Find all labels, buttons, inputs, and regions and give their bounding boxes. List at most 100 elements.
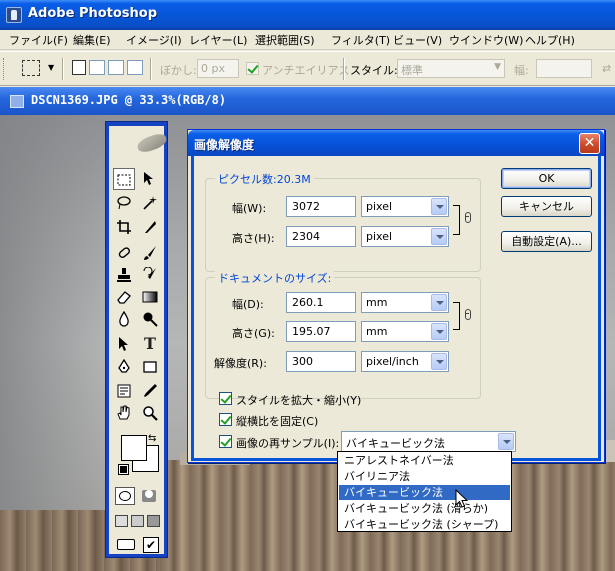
- options-bar-grip[interactable]: [3, 58, 6, 80]
- pixel-link-bracket: [453, 205, 460, 235]
- pixel-width-unit-select[interactable]: pixel: [361, 196, 449, 217]
- width-input[interactable]: [536, 59, 592, 78]
- close-button[interactable]: ✕: [579, 133, 600, 154]
- feather-input[interactable]: 0 px: [197, 59, 239, 78]
- resolution-unit-select[interactable]: pixel/inch: [361, 351, 449, 372]
- chevron-down-icon: [431, 198, 447, 215]
- marquee-preset-icon[interactable]: [22, 60, 40, 76]
- scale-styles-label[interactable]: スタイルを拡大・縮小(Y): [236, 392, 361, 408]
- magic-wand-tool-icon[interactable]: [139, 192, 161, 214]
- style-select[interactable]: 標準 ▼: [397, 59, 505, 78]
- options-bar: ▼ ぼかし: 0 px アンチエイリアス スタイル: 標準 ▼ 幅: ⇄: [0, 51, 615, 86]
- menu-file[interactable]: ファイル(F): [9, 32, 68, 48]
- add-selection-icon[interactable]: [89, 60, 105, 75]
- doc-width-unit-select[interactable]: mm: [361, 292, 449, 313]
- pixel-height-unit-select[interactable]: pixel: [361, 226, 449, 247]
- menu-image[interactable]: イメージ(I): [126, 32, 182, 48]
- lasso-tool-icon[interactable]: [113, 192, 135, 214]
- preset-chevron-icon[interactable]: ▼: [48, 63, 54, 72]
- dialog-title: 画像解像度: [194, 138, 255, 152]
- clone-stamp-tool-icon[interactable]: [113, 264, 135, 286]
- menu-select[interactable]: 選択範囲(S): [255, 32, 315, 48]
- resample-label[interactable]: 画像の再サンプル(I):: [236, 435, 339, 451]
- pixel-height-unit: pixel: [366, 230, 393, 243]
- document-titlebar[interactable]: DSCN1369.JPG @ 33.3%(RGB/8): [0, 87, 615, 115]
- doc-width-input[interactable]: 260.1: [286, 292, 356, 313]
- app-title: Adobe Photoshop: [28, 6, 158, 21]
- shape-tool-icon[interactable]: [139, 356, 161, 378]
- quick-mask-mode-icon[interactable]: [139, 487, 159, 505]
- blur-tool-icon[interactable]: [113, 308, 135, 330]
- resample-method-value: バイキュービック法: [346, 437, 445, 450]
- standard-mode-icon[interactable]: [115, 487, 135, 505]
- imageready-jump-icon[interactable]: [117, 539, 139, 553]
- gradient-tool-icon[interactable]: [139, 286, 161, 308]
- notes-tool-icon[interactable]: [113, 380, 135, 402]
- pixel-width-label: 幅(W):: [232, 202, 267, 215]
- doc-height-unit-select[interactable]: mm: [361, 321, 449, 342]
- swap-icon[interactable]: ⇄: [602, 62, 611, 75]
- cancel-button[interactable]: キャンセル: [501, 196, 592, 217]
- new-selection-icon[interactable]: [72, 60, 86, 75]
- eyedropper-tool-icon[interactable]: [139, 380, 161, 402]
- slice-tool-icon[interactable]: [139, 216, 161, 238]
- pixel-dimensions-legend: ピクセル数:20.3M: [215, 171, 314, 187]
- feather-logo-icon[interactable]: [135, 131, 169, 155]
- menu-view[interactable]: ビュー(V): [393, 32, 442, 48]
- resample-option-bicubic-sharper[interactable]: バイキュービック法 (シャープ): [339, 517, 510, 532]
- checkmark-icon[interactable]: ✔: [143, 537, 159, 553]
- doc-height-input[interactable]: 195.07: [286, 321, 356, 342]
- eraser-tool-icon[interactable]: [113, 286, 135, 308]
- resample-option-bilinear[interactable]: バイリニア法: [339, 469, 510, 484]
- chain-link-icon: [465, 309, 471, 320]
- type-tool-icon[interactable]: T: [139, 333, 161, 355]
- resample-option-nearest[interactable]: ニアレストネイバー法: [339, 453, 510, 468]
- dodge-tool-icon[interactable]: [139, 308, 161, 330]
- crop-tool-icon[interactable]: [113, 216, 135, 238]
- chevron-down-icon: [431, 294, 447, 311]
- pixel-width-unit: pixel: [366, 200, 393, 213]
- antialias-checkbox[interactable]: [246, 62, 259, 75]
- hand-tool-icon[interactable]: [113, 402, 135, 424]
- menu-help[interactable]: ヘルプ(H): [525, 32, 575, 48]
- brush-tool-icon[interactable]: [139, 242, 161, 264]
- pen-tool-icon[interactable]: [113, 356, 135, 378]
- pixel-dimensions-group: ピクセル数:20.3M: [205, 171, 481, 272]
- photo-shadow: [0, 115, 110, 571]
- pixel-width-input[interactable]: 3072: [286, 196, 356, 217]
- dialog-body: ピクセル数:20.3M 幅(W): 3072 pixel 高さ(H): 2304…: [191, 156, 601, 461]
- dialog-titlebar[interactable]: 画像解像度 ✕: [188, 130, 604, 156]
- constrain-proportions-label[interactable]: 縦横比を固定(C): [236, 413, 318, 429]
- history-brush-tool-icon[interactable]: [139, 264, 161, 286]
- menu-layer[interactable]: レイヤー(L): [189, 32, 247, 48]
- swap-colors-icon[interactable]: ⇆: [148, 433, 156, 444]
- doc-height-unit: mm: [366, 325, 388, 338]
- zoom-tool-icon[interactable]: [139, 402, 161, 424]
- fullscreen-menu-icon[interactable]: [131, 515, 144, 527]
- resolution-input[interactable]: 300: [286, 351, 356, 372]
- menu-filter[interactable]: フィルタ(T): [331, 32, 390, 48]
- healing-brush-tool-icon[interactable]: [113, 242, 135, 264]
- resample-checkbox[interactable]: [219, 435, 232, 448]
- constrain-proportions-checkbox[interactable]: [219, 413, 232, 426]
- subtract-selection-icon[interactable]: [108, 60, 124, 75]
- standard-screen-icon[interactable]: [115, 515, 128, 527]
- move-tool-icon[interactable]: [139, 168, 161, 190]
- foreground-color-swatch[interactable]: [121, 435, 147, 461]
- marquee-tool-icon[interactable]: [113, 168, 135, 190]
- menu-window[interactable]: ウインドウ(W): [449, 32, 523, 48]
- ok-button[interactable]: OK: [501, 168, 592, 189]
- intersect-selection-icon[interactable]: [127, 60, 143, 75]
- resample-option-bicubic[interactable]: バイキュービック法: [339, 485, 510, 500]
- fullscreen-icon[interactable]: [147, 515, 160, 527]
- path-selection-tool-icon[interactable]: [113, 333, 135, 355]
- default-colors-icon[interactable]: [118, 464, 129, 475]
- pixel-height-input[interactable]: 2304: [286, 226, 356, 247]
- auto-button[interactable]: 自動設定(A)...: [501, 231, 592, 252]
- chevron-down-icon: ▼: [494, 62, 501, 72]
- app-titlebar: Adobe Photoshop: [0, 0, 615, 30]
- resample-method-select[interactable]: バイキュービック法: [341, 431, 516, 452]
- scale-styles-checkbox[interactable]: [219, 392, 232, 405]
- resample-option-bicubic-smoother[interactable]: バイキュービック法 (滑らか): [339, 501, 510, 516]
- menu-edit[interactable]: 編集(E): [73, 32, 111, 48]
